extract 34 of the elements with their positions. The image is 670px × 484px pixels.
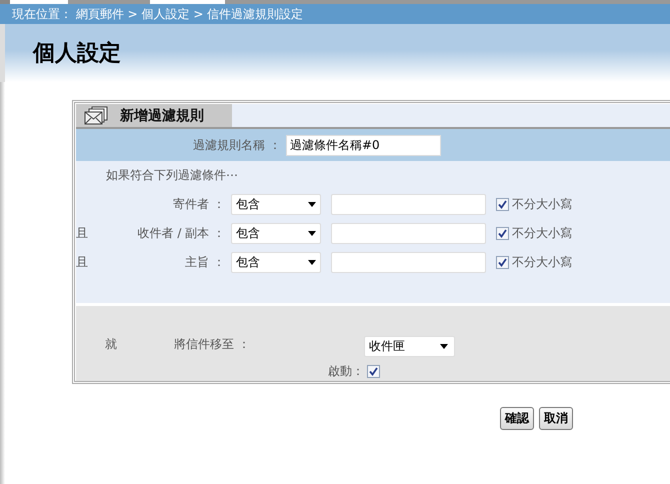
folder-dropdown[interactable]: 收件匣 — [364, 336, 455, 357]
input-field[interactable] — [331, 194, 486, 215]
field-label: 將信件移至 ： — [174, 336, 250, 353]
caret-icon — [440, 344, 448, 349]
caret-icon — [308, 202, 316, 207]
field-label: 過濾規則名稱 ： — [192, 136, 282, 154]
checkbox-label: 啟動： — [327, 363, 364, 380]
input-field[interactable]: 過濾條件名稱#0 — [286, 134, 441, 156]
checkbox-label: 不分大小寫 — [512, 196, 573, 213]
caret-icon — [308, 260, 316, 265]
confirm-button[interactable]: 確認 — [500, 407, 534, 430]
breadcrumb: 現在位置： 網頁郵件 > 個人設定 > 信件過濾規則設定 — [12, 6, 304, 23]
cancel-button[interactable]: 取消 — [539, 407, 573, 430]
checkbox[interactable] — [496, 256, 509, 269]
checkbox-label: 不分大小寫 — [512, 225, 573, 242]
checkbox[interactable] — [496, 227, 509, 240]
operator-dropdown[interactable]: 包含 — [231, 223, 321, 244]
caret-icon — [308, 231, 316, 236]
conjunction-label: 且 — [76, 254, 89, 271]
field-label: 主旨 ： — [184, 254, 226, 271]
checkbox[interactable] — [367, 365, 380, 378]
operator-dropdown[interactable]: 包含 — [231, 194, 321, 215]
action-label: 就 — [105, 336, 117, 353]
input-field[interactable] — [331, 252, 486, 273]
intro-text: 如果符合下列過濾條件⋯ — [105, 167, 239, 184]
checkbox[interactable] — [496, 198, 509, 211]
input-field[interactable] — [331, 223, 486, 244]
operator-dropdown[interactable]: 包含 — [231, 252, 321, 273]
field-label: 收件者 / 副本 ： — [136, 225, 226, 242]
checkbox-label: 不分大小寫 — [512, 254, 573, 271]
conjunction-label: 且 — [76, 225, 89, 242]
field-label: 寄件者 ： — [172, 196, 226, 213]
envelope-icon — [84, 106, 110, 126]
page-title: 個人設定 — [33, 39, 121, 68]
